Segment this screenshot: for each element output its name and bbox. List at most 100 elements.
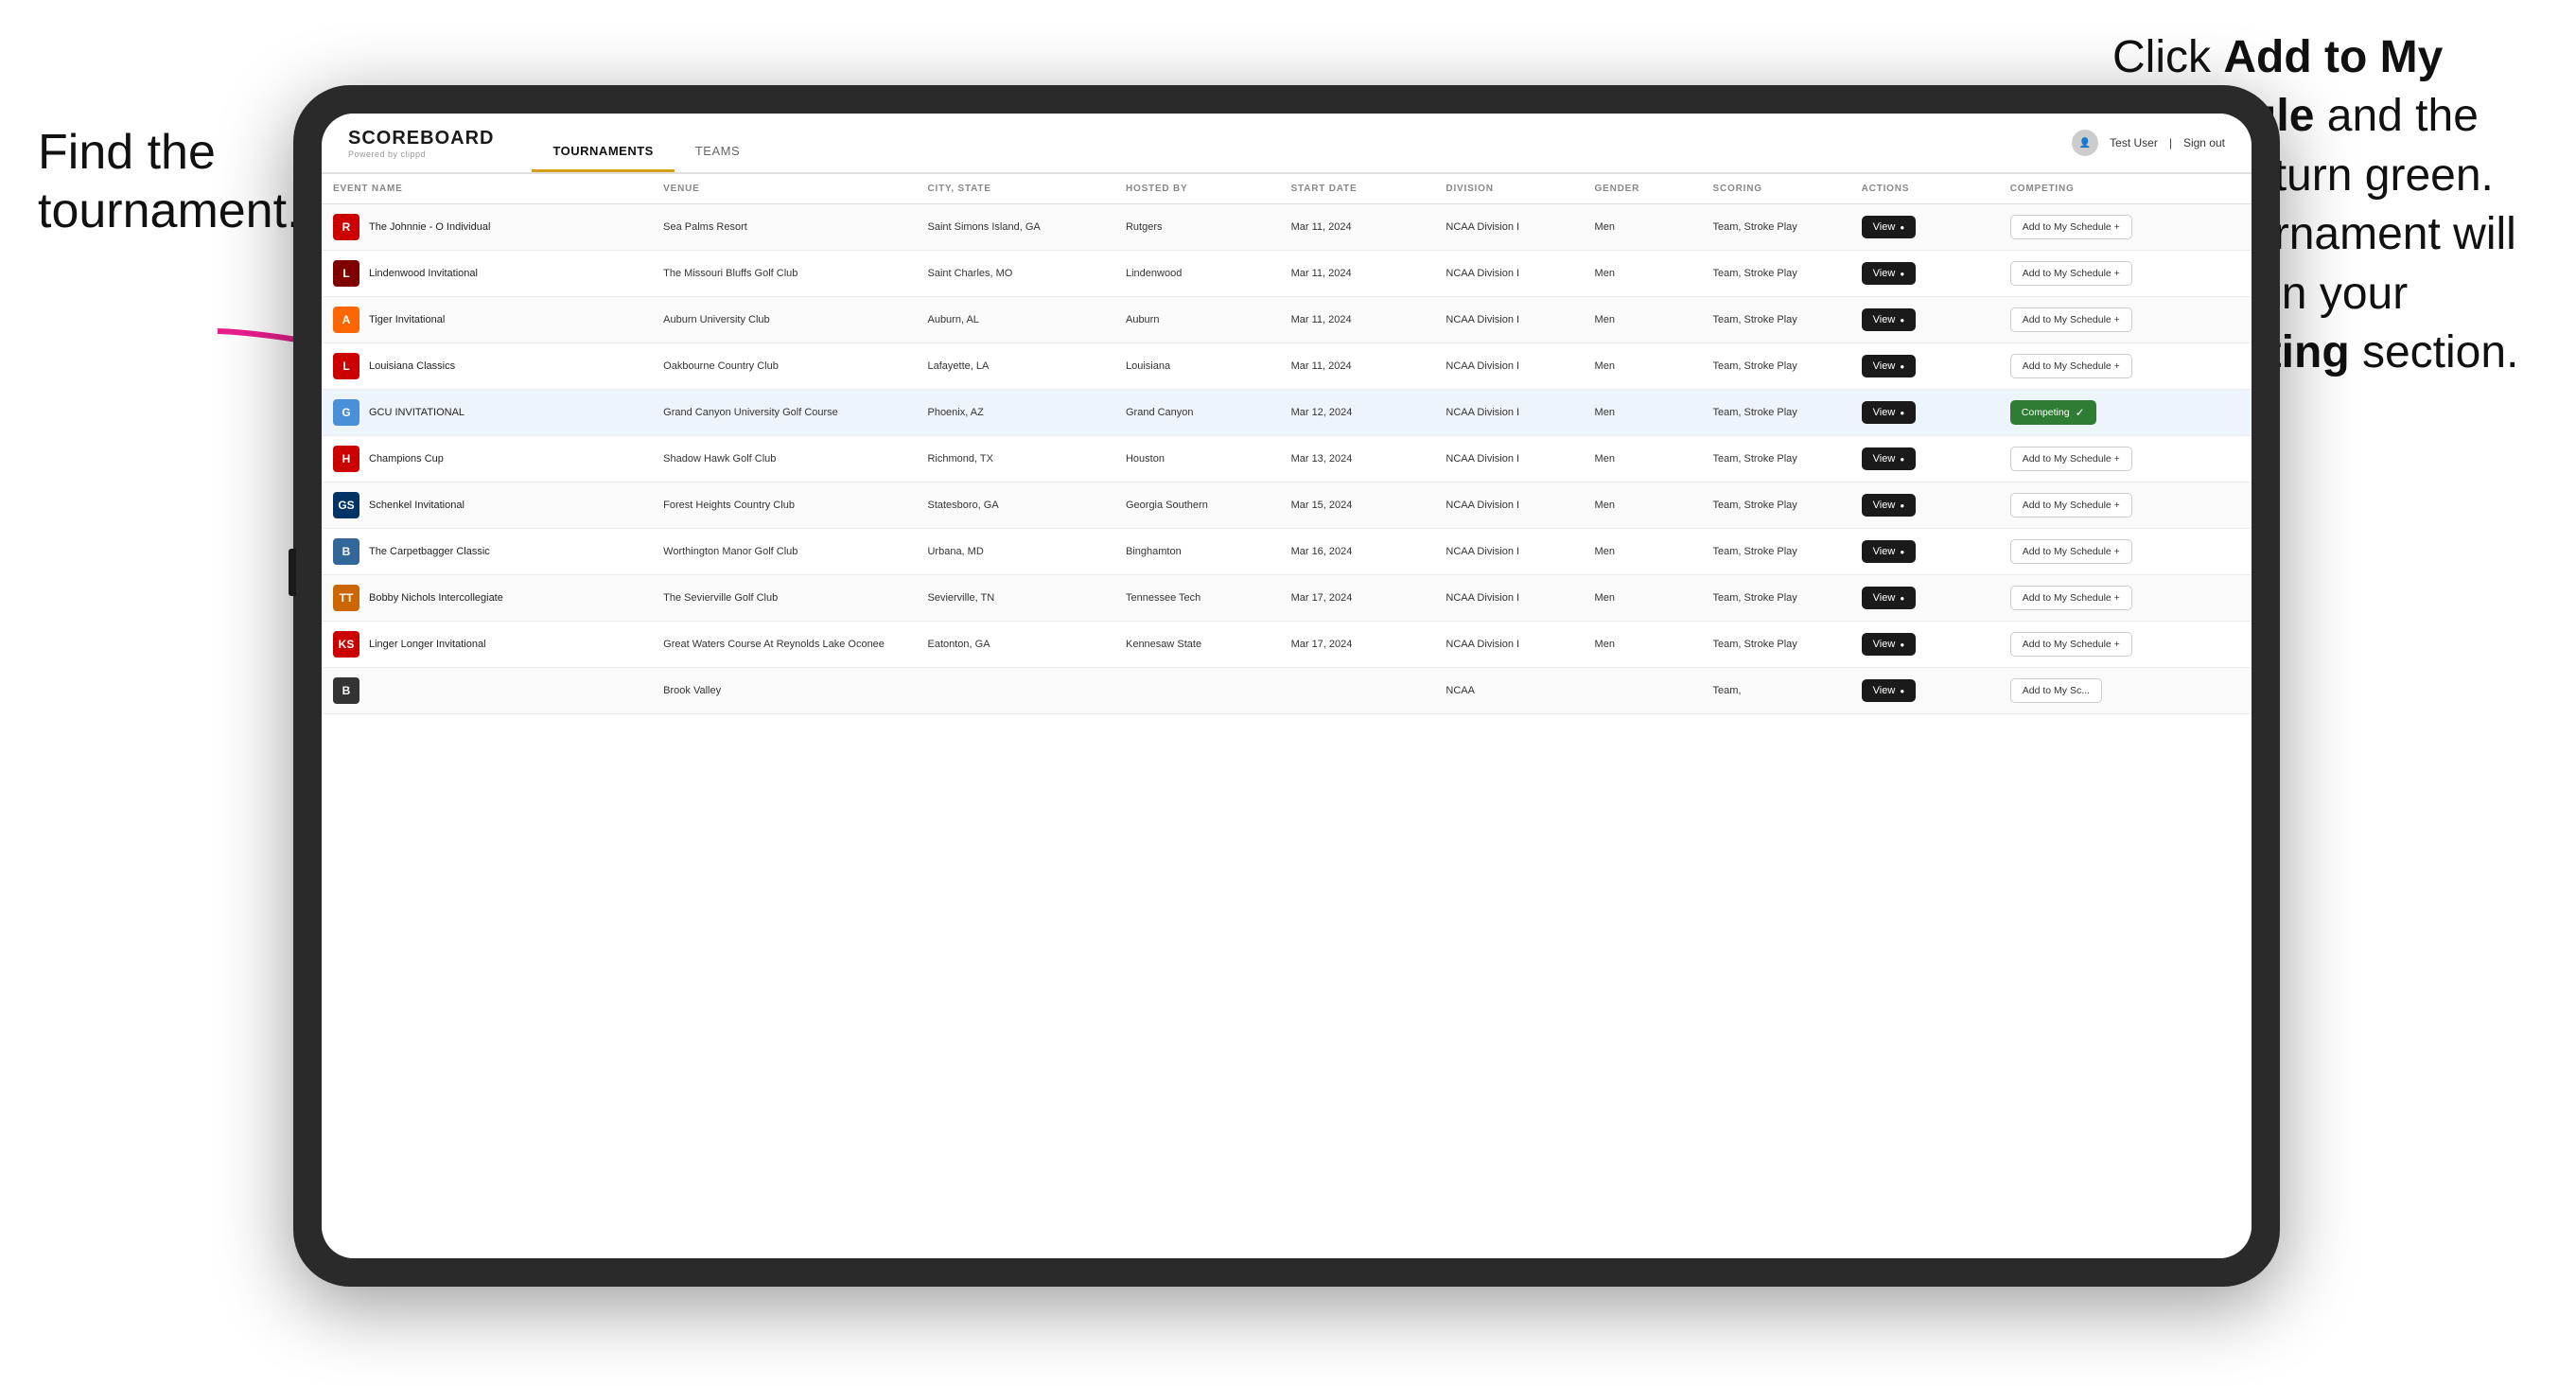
- division-cell: NCAA Division I: [1434, 343, 1583, 390]
- gender-cell: Men: [1584, 204, 1702, 251]
- division-cell: NCAA Division I: [1434, 622, 1583, 668]
- start-date-cell: [1280, 668, 1435, 714]
- add-to-schedule-button[interactable]: Add to My Sc...: [2010, 678, 2102, 703]
- table-header-row: EVENT NAME VENUE CITY, STATE HOSTED BY S…: [322, 174, 2252, 204]
- eye-icon: [1900, 453, 1904, 465]
- actions-cell: View: [1850, 251, 1999, 297]
- event-name: Bobby Nichols Intercollegiate: [369, 592, 503, 604]
- sign-out-link[interactable]: Sign out: [2183, 136, 2225, 149]
- scoring-cell: Team, Stroke Play: [1702, 343, 1850, 390]
- start-date-cell: Mar 11, 2024: [1280, 204, 1435, 251]
- add-to-schedule-button[interactable]: Add to My Schedule +: [2010, 261, 2132, 286]
- gender-cell: Men: [1584, 482, 1702, 529]
- competing-button[interactable]: Competing: [2010, 400, 2096, 425]
- add-to-schedule-button[interactable]: Add to My Schedule +: [2010, 307, 2132, 332]
- scoring-cell: Team, Stroke Play: [1702, 575, 1850, 622]
- add-to-schedule-button[interactable]: Add to My Schedule +: [2010, 632, 2132, 657]
- scoring-cell: Team, Stroke Play: [1702, 482, 1850, 529]
- tab-teams[interactable]: TEAMS: [675, 136, 761, 172]
- eye-icon: [1900, 592, 1904, 604]
- team-logo: B: [333, 538, 359, 565]
- actions-cell: View: [1850, 622, 1999, 668]
- table-row: B The Carpetbagger Classic Worthington M…: [322, 529, 2252, 575]
- view-button[interactable]: View: [1862, 587, 1917, 609]
- eye-icon: [1900, 500, 1904, 511]
- city-cell: Sevierville, TN: [916, 575, 1114, 622]
- add-to-schedule-button[interactable]: Add to My Schedule +: [2010, 493, 2132, 518]
- view-button[interactable]: View: [1862, 401, 1917, 424]
- hosted-by-cell: Tennessee Tech: [1114, 575, 1280, 622]
- eye-icon: [1900, 546, 1904, 557]
- view-button[interactable]: View: [1862, 355, 1917, 377]
- team-logo: H: [333, 446, 359, 472]
- gender-cell: Men: [1584, 622, 1702, 668]
- view-button[interactable]: View: [1862, 540, 1917, 563]
- hosted-by-cell: Georgia Southern: [1114, 482, 1280, 529]
- view-button[interactable]: View: [1862, 308, 1917, 331]
- view-button[interactable]: View: [1862, 633, 1917, 656]
- eye-icon: [1900, 221, 1904, 233]
- scoring-cell: Team, Stroke Play: [1702, 622, 1850, 668]
- view-button[interactable]: View: [1862, 262, 1917, 285]
- event-cell: A Tiger Invitational: [322, 297, 652, 343]
- actions-cell: View: [1850, 668, 1999, 714]
- actions-cell: View: [1850, 436, 1999, 482]
- division-cell: NCAA Division I: [1434, 436, 1583, 482]
- hosted-by-cell: Auburn: [1114, 297, 1280, 343]
- user-avatar: 👤: [2072, 130, 2098, 156]
- gender-cell: Men: [1584, 297, 1702, 343]
- add-to-schedule-button[interactable]: Add to My Schedule +: [2010, 586, 2132, 610]
- table-row: L Lindenwood Invitational The Missouri B…: [322, 251, 2252, 297]
- actions-cell: View: [1850, 297, 1999, 343]
- table-container: EVENT NAME VENUE CITY, STATE HOSTED BY S…: [322, 174, 2252, 1258]
- division-cell: NCAA Division I: [1434, 390, 1583, 436]
- nav-tabs: TOURNAMENTS TEAMS: [532, 114, 761, 172]
- col-actions: ACTIONS: [1850, 174, 1999, 204]
- eye-icon: [1900, 639, 1904, 650]
- city-cell: [916, 668, 1114, 714]
- view-button[interactable]: View: [1862, 216, 1917, 238]
- event-name: GCU INVITATIONAL: [369, 407, 464, 418]
- tab-tournaments[interactable]: TOURNAMENTS: [532, 136, 674, 172]
- city-cell: Eatonton, GA: [916, 622, 1114, 668]
- event-cell: TT Bobby Nichols Intercollegiate: [322, 575, 652, 622]
- hosted-by-cell: Kennesaw State: [1114, 622, 1280, 668]
- tablet-frame: SCOREBOARD Powered by clippd TOURNAMENTS…: [293, 85, 2280, 1287]
- view-button[interactable]: View: [1862, 494, 1917, 517]
- view-button[interactable]: View: [1862, 447, 1917, 470]
- event-cell: B The Carpetbagger Classic: [322, 529, 652, 575]
- tournaments-table: EVENT NAME VENUE CITY, STATE HOSTED BY S…: [322, 174, 2252, 714]
- event-name: Lindenwood Invitational: [369, 268, 478, 279]
- event-name: Schenkel Invitational: [369, 500, 464, 511]
- event-cell: L Lindenwood Invitational: [322, 251, 652, 297]
- start-date-cell: Mar 11, 2024: [1280, 343, 1435, 390]
- add-to-schedule-button[interactable]: Add to My Schedule +: [2010, 215, 2132, 239]
- gender-cell: [1584, 668, 1702, 714]
- gender-cell: Men: [1584, 575, 1702, 622]
- add-to-schedule-button[interactable]: Add to My Schedule +: [2010, 539, 2132, 564]
- venue-cell: The Sevierville Golf Club: [652, 575, 916, 622]
- event-name: Linger Longer Invitational: [369, 639, 486, 650]
- team-logo: A: [333, 307, 359, 333]
- scoring-cell: Team, Stroke Play: [1702, 297, 1850, 343]
- app-logo-sub: Powered by clippd: [348, 149, 494, 159]
- event-cell: L Louisiana Classics: [322, 343, 652, 390]
- event-cell: B: [322, 668, 652, 714]
- table-row: H Champions Cup Shadow Hawk Golf ClubRic…: [322, 436, 2252, 482]
- table-row: G GCU INVITATIONAL Grand Canyon Universi…: [322, 390, 2252, 436]
- col-competing: COMPETING: [1999, 174, 2252, 204]
- team-logo: G: [333, 399, 359, 426]
- start-date-cell: Mar 12, 2024: [1280, 390, 1435, 436]
- table-row: R The Johnnie - O Individual Sea Palms R…: [322, 204, 2252, 251]
- add-to-schedule-button[interactable]: Add to My Schedule +: [2010, 354, 2132, 378]
- city-cell: Saint Charles, MO: [916, 251, 1114, 297]
- scoring-cell: Team, Stroke Play: [1702, 251, 1850, 297]
- division-cell: NCAA Division I: [1434, 482, 1583, 529]
- view-button[interactable]: View: [1862, 679, 1917, 702]
- add-to-schedule-button[interactable]: Add to My Schedule +: [2010, 447, 2132, 471]
- actions-cell: View: [1850, 482, 1999, 529]
- start-date-cell: Mar 17, 2024: [1280, 575, 1435, 622]
- hosted-by-cell: [1114, 668, 1280, 714]
- division-cell: NCAA Division I: [1434, 297, 1583, 343]
- eye-icon: [1900, 360, 1904, 372]
